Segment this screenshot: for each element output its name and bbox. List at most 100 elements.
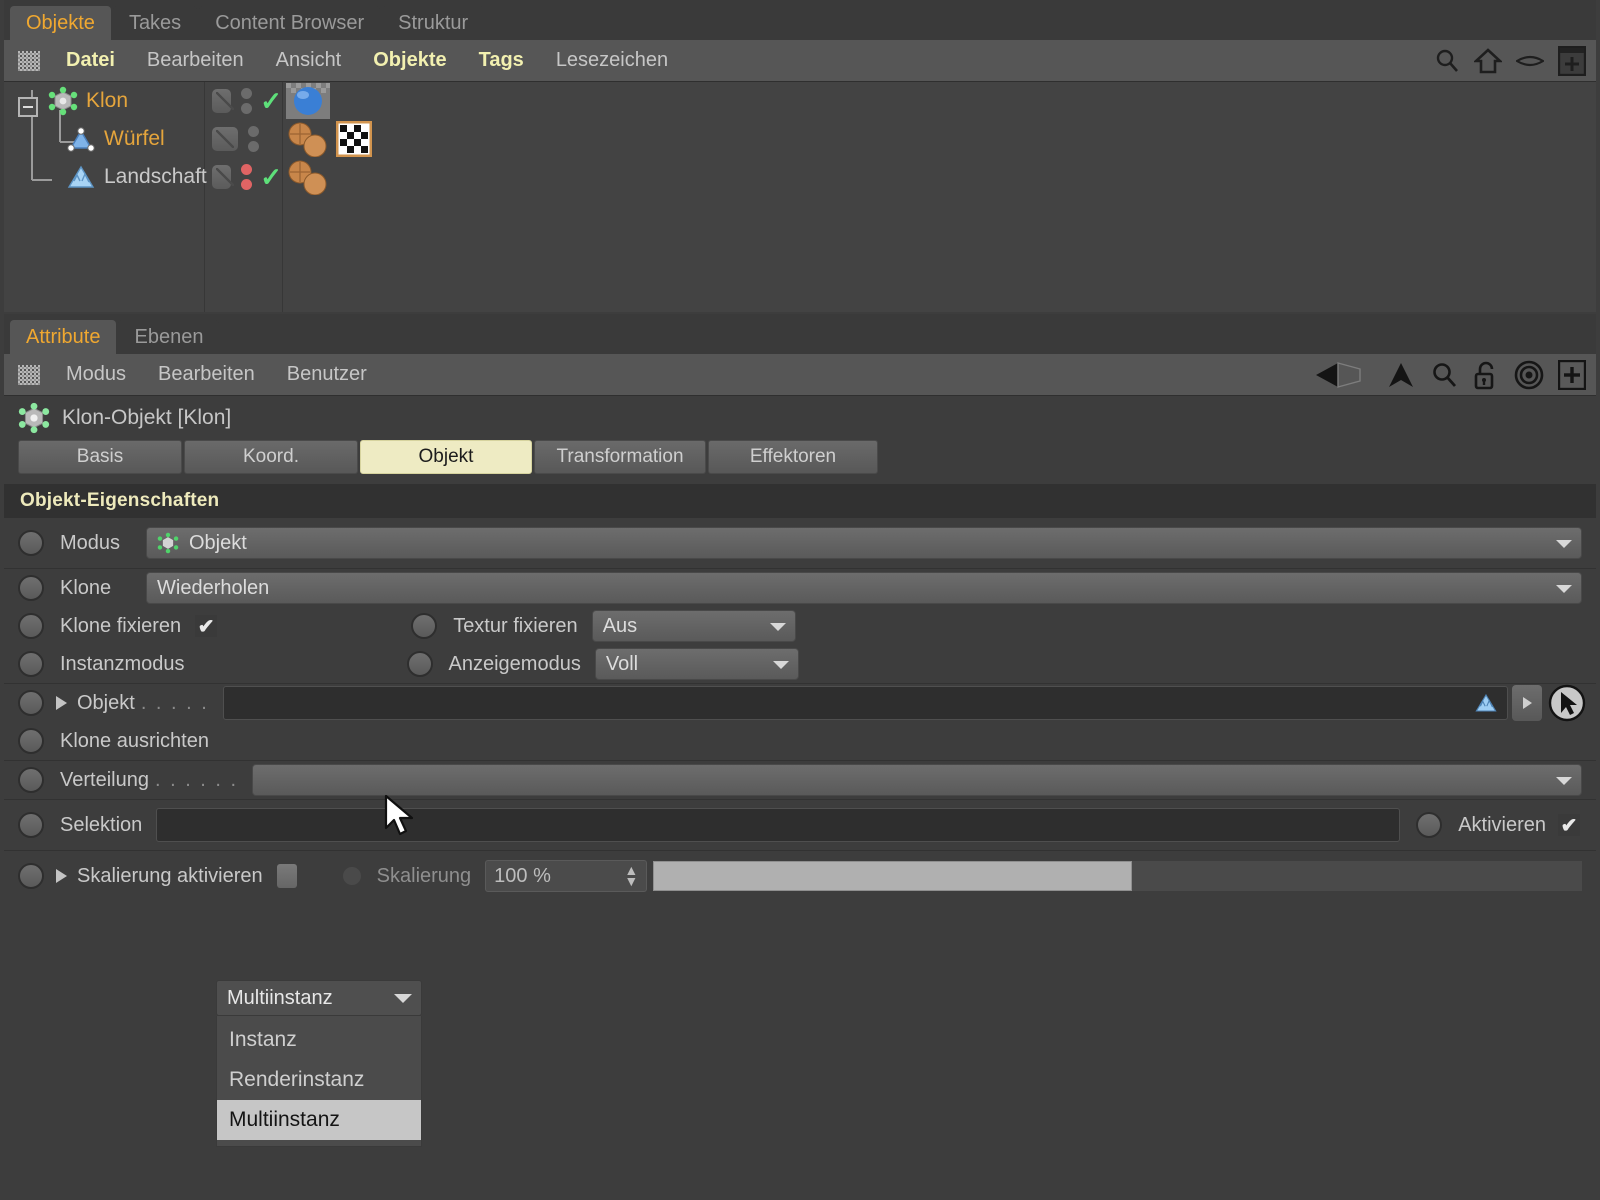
expand-triangle-icon[interactable] <box>56 869 67 883</box>
menu-objekte[interactable]: Objekte <box>357 49 462 72</box>
enabled-check-icon[interactable]: ✓ <box>260 164 282 190</box>
visibility-toggle-icon[interactable] <box>212 127 238 151</box>
dropdown-item-renderinstanz[interactable]: Renderinstanz <box>217 1060 421 1100</box>
skalierung-slider-remainder[interactable] <box>1132 861 1582 891</box>
klone-dropdown[interactable]: Wiederholen <box>146 572 1582 604</box>
chevron-down-icon[interactable] <box>769 623 786 631</box>
animation-track-knob[interactable] <box>18 530 44 556</box>
menu-datei[interactable]: Datei <box>50 49 131 72</box>
tree-row-tags[interactable] <box>286 158 330 196</box>
unlock-icon[interactable] <box>1472 360 1500 390</box>
sphere-material-tag-icon[interactable] <box>286 83 330 119</box>
chevron-down-icon[interactable] <box>1556 540 1572 548</box>
tree-row-flags[interactable] <box>204 120 282 158</box>
objekt-link-expand-button[interactable] <box>1512 685 1542 721</box>
object-tree[interactable]: Klon ✓ Würfel Landschaft ✓ <box>4 82 1596 312</box>
animation-track-knob[interactable] <box>18 575 44 601</box>
search-icon[interactable] <box>1430 361 1458 389</box>
tab-koord[interactable]: Koord. <box>184 440 358 474</box>
animation-track-knob[interactable] <box>18 767 44 793</box>
table-row[interactable]: Landschaft ✓ <box>4 158 1596 196</box>
material-tag-icon[interactable] <box>286 121 330 157</box>
editor-visibility-dot[interactable] <box>248 126 259 137</box>
pick-object-button[interactable] <box>1548 684 1586 722</box>
visibility-toggle-icon[interactable] <box>212 89 235 113</box>
dropdown-item-multiinstanz[interactable]: Multiinstanz <box>217 1100 421 1140</box>
menu-lesezeichen[interactable]: Lesezeichen <box>540 49 684 72</box>
menu-bearbeiten[interactable]: Bearbeiten <box>142 363 271 386</box>
instanzmodus-dropdown-open[interactable]: Multiinstanz Instanz Renderinstanz Multi… <box>216 980 422 1147</box>
menu-modus[interactable]: Modus <box>50 363 142 386</box>
add-icon[interactable] <box>1558 360 1586 390</box>
add-icon[interactable] <box>1558 46 1586 76</box>
instanzmodus-dropdown-button[interactable]: Multiinstanz <box>216 980 422 1016</box>
animation-track-knob[interactable] <box>18 613 44 639</box>
visibility-toggle-icon[interactable] <box>212 165 235 189</box>
target-icon[interactable] <box>1514 360 1544 390</box>
chevron-down-icon[interactable] <box>394 994 412 1003</box>
skalierung-slider[interactable] <box>653 861 1132 891</box>
tab-ebenen[interactable]: Ebenen <box>118 320 220 354</box>
material-tag-icon[interactable] <box>286 159 330 195</box>
tab-content-browser[interactable]: Content Browser <box>199 6 381 40</box>
animation-track-knob[interactable] <box>18 863 44 889</box>
menu-ansicht[interactable]: Ansicht <box>260 49 358 72</box>
expand-triangle-icon[interactable] <box>56 696 67 710</box>
animation-track-knob[interactable] <box>18 651 44 677</box>
render-visibility-dot[interactable] <box>241 179 253 190</box>
eye-icon[interactable] <box>1516 53 1544 69</box>
visibility-dots[interactable] <box>241 88 253 114</box>
animation-track-knob[interactable] <box>411 613 438 639</box>
visibility-dots[interactable] <box>248 126 259 152</box>
table-row[interactable]: Würfel <box>4 120 1596 158</box>
animation-track-knob[interactable] <box>18 812 44 838</box>
tab-transformation[interactable]: Transformation <box>534 440 706 474</box>
menu-benutzer[interactable]: Benutzer <box>271 363 383 386</box>
home-icon[interactable] <box>1474 48 1502 74</box>
back-arrow-icon[interactable] <box>1314 360 1372 390</box>
modus-dropdown[interactable]: Objekt <box>146 527 1582 559</box>
tab-effektoren[interactable]: Effektoren <box>708 440 878 474</box>
animation-track-knob[interactable] <box>18 690 44 716</box>
enabled-check-icon[interactable]: ✓ <box>260 88 282 114</box>
animation-track-knob[interactable] <box>18 728 44 754</box>
tree-row-tags[interactable] <box>286 120 372 158</box>
anzeigemodus-dropdown[interactable]: Voll <box>594 648 799 680</box>
tree-row-flags[interactable]: ✓ <box>204 82 282 120</box>
textur-fixieren-dropdown[interactable]: Aus <box>591 610 796 642</box>
animation-track-knob[interactable] <box>406 651 433 677</box>
render-visibility-dot[interactable] <box>248 141 259 152</box>
objekt-link-field[interactable] <box>222 686 1508 720</box>
selektion-input[interactable] <box>156 808 1401 842</box>
menu-tags[interactable]: Tags <box>463 49 540 72</box>
skalierung-number-input[interactable]: 100 % ▲ ▼ <box>485 860 648 892</box>
skalierung-aktivieren-checkbox[interactable] <box>276 864 297 888</box>
tab-takes[interactable]: Takes <box>112 6 198 40</box>
aktivieren-checkbox[interactable]: ✔ <box>1558 814 1580 837</box>
tab-struktur[interactable]: Struktur <box>382 6 485 40</box>
panel-gripper-icon[interactable] <box>18 364 40 385</box>
animation-track-knob[interactable] <box>342 867 361 885</box>
chevron-down-icon[interactable] <box>1556 585 1572 593</box>
tab-objekte[interactable]: Objekte <box>10 6 111 40</box>
menu-bearbeiten[interactable]: Bearbeiten <box>131 49 260 72</box>
visibility-dots[interactable] <box>241 164 253 190</box>
verteilung-dropdown[interactable] <box>252 764 1582 796</box>
search-icon[interactable] <box>1434 48 1460 74</box>
tab-attribute[interactable]: Attribute <box>10 320 117 354</box>
editor-visibility-dot[interactable] <box>241 164 253 175</box>
klone-fixieren-checkbox[interactable]: ✔ <box>195 615 218 638</box>
uvw-tag-icon[interactable] <box>336 121 372 157</box>
spinner-icon[interactable]: ▲ ▼ <box>624 863 638 888</box>
panel-gripper-icon[interactable] <box>18 50 40 71</box>
tab-objekt[interactable]: Objekt <box>360 440 532 474</box>
table-row[interactable]: Klon ✓ <box>4 82 1596 120</box>
tree-row-flags[interactable]: ✓ <box>204 158 282 196</box>
chevron-down-icon[interactable] <box>772 661 789 669</box>
chevron-down-icon[interactable] <box>1556 777 1572 785</box>
render-visibility-dot[interactable] <box>241 103 253 114</box>
editor-visibility-dot[interactable] <box>241 88 253 99</box>
dropdown-item-instanz[interactable]: Instanz <box>217 1020 421 1060</box>
tree-row-tags[interactable] <box>286 82 330 120</box>
up-arrow-icon[interactable] <box>1386 360 1416 390</box>
